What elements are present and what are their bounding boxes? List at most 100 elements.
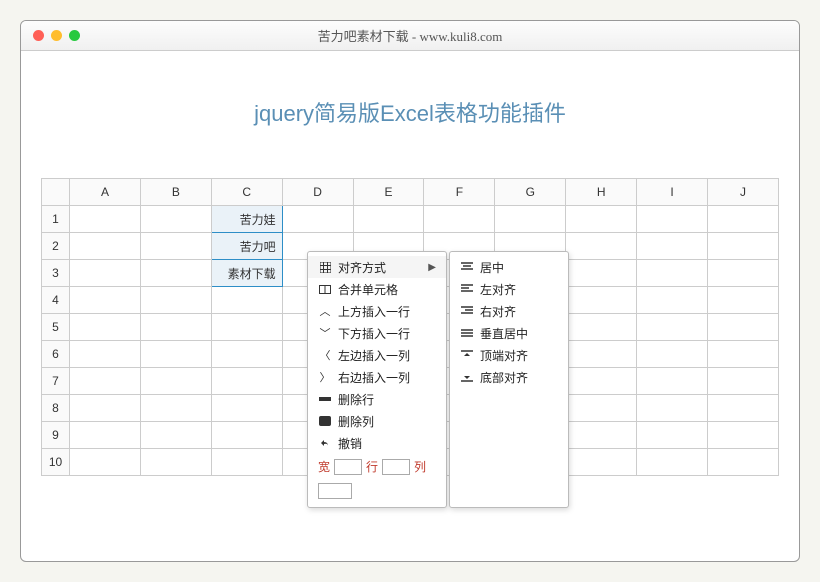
cell[interactable] bbox=[566, 206, 637, 233]
col-header[interactable]: B bbox=[140, 179, 211, 206]
cell[interactable] bbox=[424, 206, 495, 233]
cell[interactable] bbox=[708, 341, 779, 368]
cell[interactable] bbox=[637, 449, 708, 476]
cell[interactable] bbox=[70, 287, 141, 314]
cell[interactable] bbox=[140, 260, 211, 287]
menu-insert-col-right[interactable]: 〉 右边插入一列 bbox=[308, 366, 446, 388]
cell[interactable] bbox=[211, 314, 282, 341]
cell[interactable] bbox=[70, 395, 141, 422]
cell[interactable] bbox=[211, 422, 282, 449]
cell[interactable] bbox=[637, 314, 708, 341]
cell[interactable] bbox=[708, 260, 779, 287]
cell[interactable] bbox=[70, 206, 141, 233]
cell[interactable] bbox=[353, 206, 424, 233]
cell[interactable] bbox=[708, 314, 779, 341]
maximize-icon[interactable] bbox=[69, 30, 80, 41]
cell[interactable] bbox=[70, 368, 141, 395]
col-header[interactable]: H bbox=[566, 179, 637, 206]
menu-delete-row[interactable]: 删除行 bbox=[308, 388, 446, 410]
row-input[interactable] bbox=[382, 459, 410, 475]
cell[interactable] bbox=[566, 395, 637, 422]
cell[interactable] bbox=[566, 368, 637, 395]
submenu-vcenter[interactable]: 垂直居中 bbox=[450, 322, 568, 344]
cell[interactable] bbox=[637, 368, 708, 395]
submenu-top[interactable]: 顶端对齐 bbox=[450, 344, 568, 366]
cell[interactable] bbox=[708, 368, 779, 395]
cell[interactable] bbox=[282, 206, 353, 233]
cell[interactable] bbox=[211, 287, 282, 314]
submenu-left[interactable]: 左对齐 bbox=[450, 278, 568, 300]
width-input[interactable] bbox=[334, 459, 362, 475]
cell[interactable] bbox=[637, 206, 708, 233]
row-header[interactable]: 8 bbox=[42, 395, 70, 422]
cell[interactable] bbox=[140, 287, 211, 314]
cell[interactable] bbox=[140, 233, 211, 260]
cell[interactable] bbox=[140, 314, 211, 341]
row-header[interactable]: 7 bbox=[42, 368, 70, 395]
col-header[interactable]: F bbox=[424, 179, 495, 206]
col-header[interactable]: I bbox=[637, 179, 708, 206]
row-header[interactable]: 9 bbox=[42, 422, 70, 449]
cell[interactable] bbox=[637, 422, 708, 449]
cell[interactable] bbox=[211, 395, 282, 422]
cell[interactable] bbox=[637, 395, 708, 422]
minimize-icon[interactable] bbox=[51, 30, 62, 41]
row-header[interactable]: 1 bbox=[42, 206, 70, 233]
cell[interactable]: 素材下载 bbox=[211, 260, 282, 287]
col-header[interactable]: A bbox=[70, 179, 141, 206]
row-header[interactable]: 4 bbox=[42, 287, 70, 314]
cell[interactable]: 苦力娃 bbox=[211, 206, 282, 233]
cell[interactable] bbox=[211, 449, 282, 476]
cell[interactable] bbox=[566, 449, 637, 476]
menu-undo[interactable]: 撤销 bbox=[308, 432, 446, 454]
cell[interactable] bbox=[566, 287, 637, 314]
submenu-right[interactable]: 右对齐 bbox=[450, 300, 568, 322]
col-header[interactable]: J bbox=[708, 179, 779, 206]
cell[interactable] bbox=[140, 449, 211, 476]
cell[interactable] bbox=[495, 206, 566, 233]
cell[interactable] bbox=[566, 314, 637, 341]
cell[interactable] bbox=[708, 395, 779, 422]
col-header[interactable]: D bbox=[282, 179, 353, 206]
cell[interactable] bbox=[708, 422, 779, 449]
cell[interactable] bbox=[637, 341, 708, 368]
cell[interactable] bbox=[70, 422, 141, 449]
menu-insert-row-below[interactable]: ﹀ 下方插入一行 bbox=[308, 322, 446, 344]
menu-insert-row-above[interactable]: ︿ 上方插入一行 bbox=[308, 300, 446, 322]
cell[interactable] bbox=[140, 395, 211, 422]
cell[interactable] bbox=[70, 341, 141, 368]
cell[interactable] bbox=[566, 260, 637, 287]
cell[interactable] bbox=[637, 260, 708, 287]
cell[interactable] bbox=[70, 260, 141, 287]
col-header[interactable]: G bbox=[495, 179, 566, 206]
cell[interactable] bbox=[637, 287, 708, 314]
extra-input[interactable] bbox=[318, 483, 352, 499]
cell[interactable] bbox=[140, 422, 211, 449]
cell[interactable] bbox=[637, 233, 708, 260]
col-header[interactable]: E bbox=[353, 179, 424, 206]
menu-delete-col[interactable]: 删除列 bbox=[308, 410, 446, 432]
cell[interactable] bbox=[140, 206, 211, 233]
menu-insert-col-left[interactable]: 〈 左边插入一列 bbox=[308, 344, 446, 366]
cell[interactable] bbox=[708, 206, 779, 233]
row-header[interactable]: 3 bbox=[42, 260, 70, 287]
cell[interactable] bbox=[708, 233, 779, 260]
cell[interactable] bbox=[708, 449, 779, 476]
cell[interactable] bbox=[566, 422, 637, 449]
row-header[interactable]: 6 bbox=[42, 341, 70, 368]
row-header[interactable]: 5 bbox=[42, 314, 70, 341]
cell[interactable] bbox=[566, 233, 637, 260]
cell[interactable] bbox=[211, 341, 282, 368]
cell[interactable] bbox=[70, 449, 141, 476]
cell[interactable] bbox=[140, 341, 211, 368]
cell[interactable] bbox=[70, 314, 141, 341]
cell[interactable] bbox=[140, 368, 211, 395]
cell[interactable] bbox=[566, 341, 637, 368]
cell[interactable]: 苦力吧 bbox=[211, 233, 282, 260]
cell[interactable] bbox=[211, 368, 282, 395]
row-header[interactable]: 10 bbox=[42, 449, 70, 476]
cell[interactable] bbox=[708, 287, 779, 314]
col-header[interactable]: C bbox=[211, 179, 282, 206]
menu-align[interactable]: 对齐方式 ▶ bbox=[308, 256, 446, 278]
submenu-center[interactable]: 居中 bbox=[450, 256, 568, 278]
